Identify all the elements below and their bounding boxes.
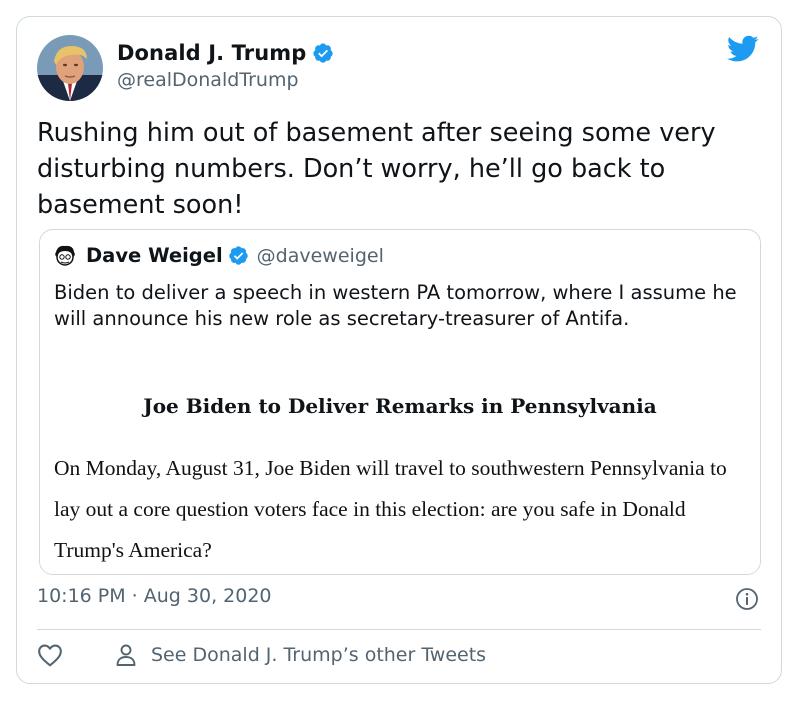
quoted-author-avatar[interactable]	[52, 243, 78, 269]
quoted-author-row[interactable]: Dave Weigel @daveweigel	[86, 244, 384, 267]
tweet-text: Rushing him out of basement after seeing…	[37, 118, 716, 220]
verified-badge-icon	[313, 43, 333, 63]
tweet-timestamp[interactable]: 10:16 PM · Aug 30, 2020	[37, 585, 272, 607]
trump-avatar-icon	[37, 35, 103, 101]
image-title: Joe Biden to Deliver Remarks in Pennsylv…	[143, 394, 657, 418]
person-icon[interactable]	[115, 643, 137, 667]
action-bar: See Donald J. Trump’s other Tweets	[37, 643, 486, 667]
quoted-tweet-image[interactable]: Joe Biden to Deliver Remarks in Pennsylv…	[40, 368, 760, 574]
quoted-tweet[interactable]: Dave Weigel @daveweigel Biden to deliver…	[39, 229, 761, 575]
quoted-author-handle[interactable]: @daveweigel	[257, 245, 384, 267]
author-avatar[interactable]	[37, 35, 103, 101]
author-handle[interactable]: @realDonaldTrump	[117, 69, 299, 91]
quoted-author-name[interactable]: Dave Weigel	[86, 244, 223, 267]
see-other-tweets-link[interactable]: See Donald J. Trump’s other Tweets	[151, 644, 486, 666]
author-name-row[interactable]: Donald J. Trump	[117, 41, 334, 65]
author-display-name[interactable]: Donald J. Trump	[117, 41, 306, 65]
divider	[37, 629, 761, 630]
quoted-tweet-text: Biden to deliver a speech in western PA …	[54, 281, 737, 330]
heart-icon[interactable]	[37, 643, 63, 667]
weigel-avatar-icon	[52, 243, 78, 269]
info-icon[interactable]	[735, 587, 759, 611]
image-body-text: On Monday, August 31, Joe Biden will tra…	[54, 456, 727, 562]
verified-badge-icon	[228, 246, 248, 265]
twitter-bird-icon[interactable]	[727, 35, 759, 63]
tweet-card: Donald J. Trump @realDonaldTrump Rushing…	[16, 16, 782, 684]
